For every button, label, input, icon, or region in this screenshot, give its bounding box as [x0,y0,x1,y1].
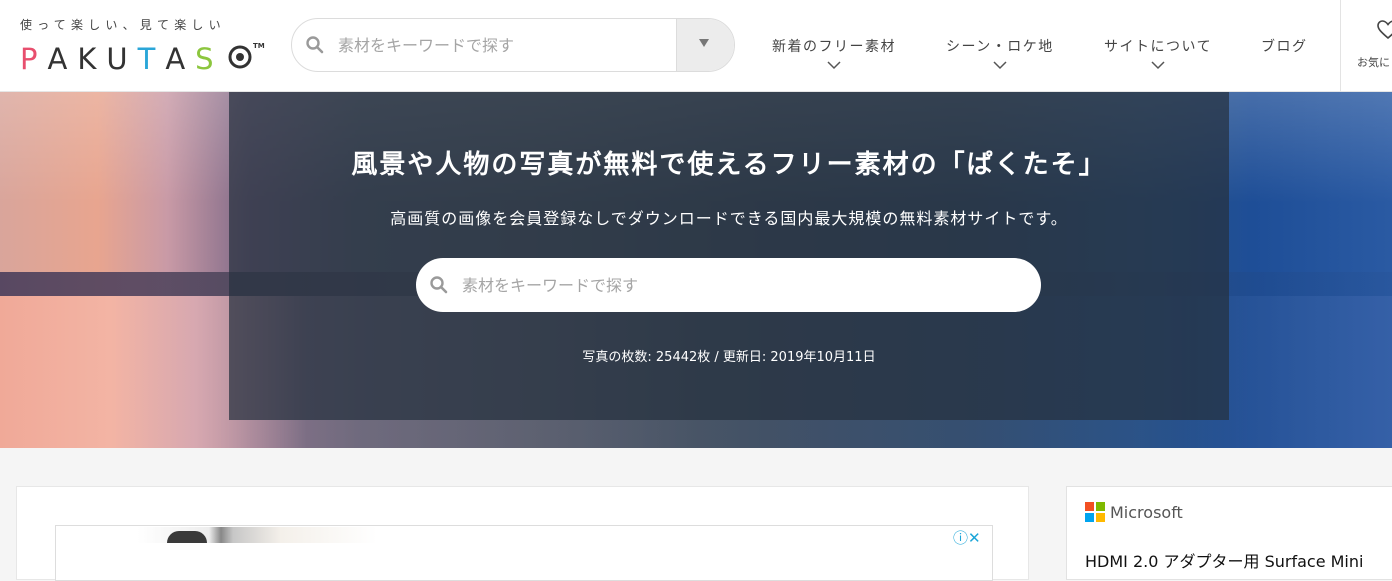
main-content-card: ⓘ✕ [16,486,1029,581]
logo-square [1096,502,1105,511]
logo-square [1096,513,1105,522]
logo-tagline: 使って楽しい、見て楽しい [20,18,226,32]
site-logo[interactable]: 使って楽しい、見て楽しい PAKUTAS TM [20,16,265,76]
site-header: 使って楽しい、見て楽しい PAKUTAS TM 新着のフリー素材 シーン・ロケ地… [0,0,1392,92]
logo-letter: K [77,42,107,76]
logo-letter: U [106,42,138,76]
ad-image-shape [167,531,207,543]
hero-banner: 風景や人物の写真が無料で使えるフリー素材の「ぱくたそ」 高画質の画像を会員登録な… [0,92,1392,448]
logo-letter: P [20,42,48,76]
header-search-input[interactable] [338,19,668,71]
hero-search-box [416,258,1041,312]
nav-blog[interactable]: ブログ [1261,36,1308,56]
logo-camera-icon [228,45,252,69]
logo-wordmark: PAKUTAS [20,42,224,76]
ad-image[interactable] [137,527,377,543]
nav-label: ブログ [1261,39,1308,55]
nav-label: シーン・ロケ地 [946,39,1054,55]
chevron-down-icon [1151,61,1165,70]
ad-product-title[interactable]: HDMI 2.0 アダプター用 Surface Mini [1085,548,1363,572]
nav-about-site[interactable]: サイトについて [1104,36,1212,70]
hero-overlay-panel: 風景や人物の写真が無料で使えるフリー素材の「ぱくたそ」 高画質の画像を会員登録な… [229,92,1229,420]
nav-label: サイトについて [1104,39,1213,55]
logo-letter: A [47,42,78,76]
hero-subtitle: 高画質の画像を会員登録なしでダウンロードできる国内最大規模の無料素材サイトです。 [390,209,1068,228]
header-search-box [291,18,735,72]
hero-stats: 写真の枚数: 25442枚 / 更新日: 2019年10月11日 [582,350,876,365]
logo-square [1085,513,1094,522]
ad-choices-close-icon[interactable]: ⓘ✕ [953,527,981,548]
chevron-down-icon [827,61,841,70]
nav-divider [1340,0,1341,92]
nav-new-materials[interactable]: 新着のフリー素材 [772,36,896,70]
search-icon [430,276,448,294]
hero-search-input[interactable] [462,258,1022,312]
nav-favorites[interactable]: お気に [1357,20,1392,80]
search-category-dropdown[interactable] [676,19,734,71]
logo-letter: A [165,42,196,76]
nav-label: 新着のフリー素材 [772,39,896,55]
ad-brand-name: Microsoft [1110,503,1183,522]
logo-trademark: TM [253,42,265,50]
chevron-down-icon [993,61,1007,70]
search-icon [306,36,324,54]
logo-letter: S [195,42,224,76]
microsoft-logo-icon [1085,502,1105,522]
favorites-label: お気に [1357,56,1390,69]
sidebar-ad-card[interactable]: Microsoft HDMI 2.0 アダプター用 Surface Mini [1066,486,1392,580]
logo-letter: T [137,42,166,76]
nav-scene-location[interactable]: シーン・ロケ地 [946,36,1054,70]
heart-icon [1377,20,1392,40]
logo-square [1085,502,1094,511]
hero-title: 風景や人物の写真が無料で使えるフリー素材の「ぱくたそ」 [351,150,1107,180]
